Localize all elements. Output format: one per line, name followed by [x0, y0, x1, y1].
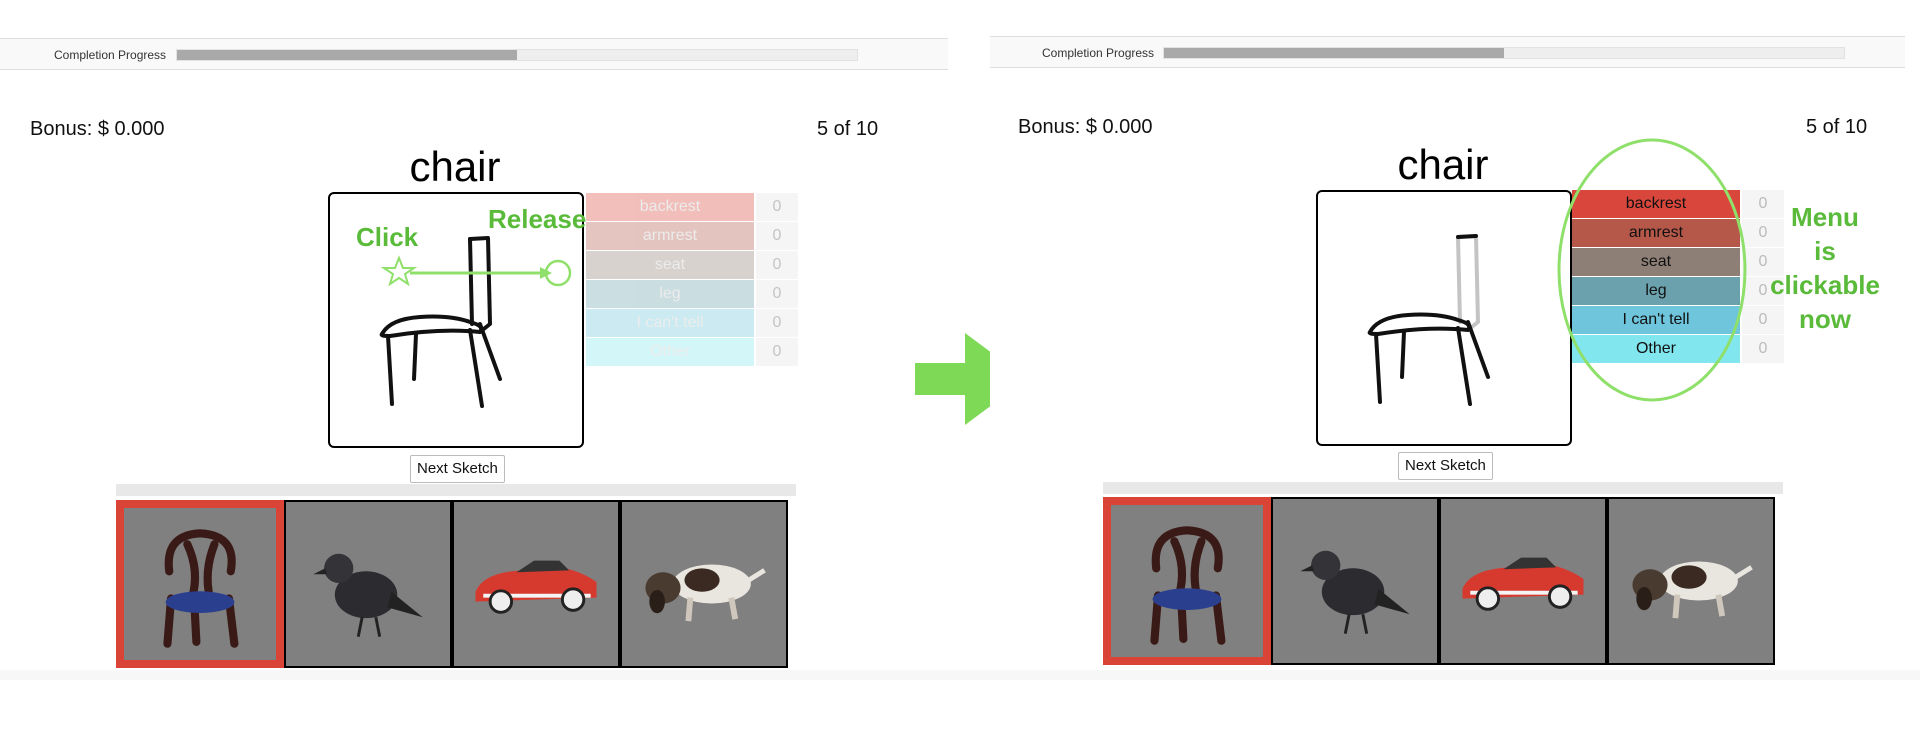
gallery-thumbnail[interactable]: [620, 500, 788, 668]
highlight-ellipse-icon: [1557, 138, 1747, 402]
menu-item-label: leg: [586, 280, 754, 308]
chair-image: [1111, 505, 1263, 657]
next-sketch-button[interactable]: Next Sketch: [1398, 452, 1493, 480]
gallery-thumbnail[interactable]: [1439, 497, 1607, 665]
gallery-header: [1103, 482, 1783, 494]
progress-bar: [176, 49, 858, 61]
progress-label: Completion Progress: [54, 48, 167, 62]
sketch-counter: 5 of 10: [1806, 116, 1868, 138]
reference-gallery: [1103, 497, 1775, 665]
progress-fill: [1164, 48, 1504, 58]
menu-item-count: 0: [756, 222, 798, 250]
annotation-word: clickable: [1770, 270, 1880, 300]
sketch-counter: 5 of 10: [817, 118, 879, 140]
progress-row: Completion Progress: [0, 38, 948, 70]
bottom-divider: [0, 670, 1920, 680]
target-word: chair: [1397, 141, 1489, 188]
menu-item-label: seat: [586, 251, 754, 279]
gallery-thumbnail[interactable]: [1103, 497, 1271, 665]
next-sketch-button[interactable]: Next Sketch: [410, 455, 505, 483]
progress-bar: [1163, 47, 1845, 59]
click-annotation: Click: [356, 222, 419, 252]
progress-label: Completion Progress: [1042, 46, 1155, 60]
chair-image: [124, 508, 276, 660]
menu-item-label: backrest: [586, 193, 754, 221]
dog-image: [622, 502, 786, 666]
menu-item-label: I can't tell: [586, 309, 754, 337]
annotation-word: Menu: [1791, 202, 1859, 232]
annotation-word: now: [1799, 304, 1851, 334]
sketch-canvas[interactable]: [1316, 190, 1572, 446]
gallery-thumbnail[interactable]: [1607, 497, 1775, 665]
menu-item-label: Other: [586, 338, 754, 366]
menu-clickable-annotation: Menu is clickable now: [1770, 200, 1880, 336]
menu-item-count: 0: [756, 338, 798, 366]
progress-row: Completion Progress: [990, 36, 1905, 68]
gallery-thumbnail[interactable]: [284, 500, 452, 668]
gallery-thumbnail[interactable]: [116, 500, 284, 668]
bonus-text: Bonus: $ 0.000: [1018, 116, 1153, 138]
bonus-text: Bonus: $ 0.000: [30, 118, 165, 140]
car-image: [1441, 499, 1605, 663]
gallery-thumbnail[interactable]: [452, 500, 620, 668]
progress-fill: [177, 50, 517, 60]
gallery-header: [116, 484, 796, 496]
menu-item-label: armrest: [586, 222, 754, 250]
menu-item-count: 0: [756, 193, 798, 221]
drag-arrow-icon: [380, 255, 572, 287]
menu-item-count: 0: [756, 309, 798, 337]
crow-image: [286, 502, 450, 666]
left-screen: Completion Progress Bonus: $ 0.000 5 of …: [0, 0, 948, 680]
gallery-thumbnail[interactable]: [1271, 497, 1439, 665]
right-screen: Completion Progress Bonus: $ 0.000 5 of …: [990, 0, 1905, 680]
dog-image: [1609, 499, 1773, 663]
crow-image: [1273, 499, 1437, 663]
menu-item-count: 0: [756, 251, 798, 279]
menu-item-count: 0: [756, 280, 798, 308]
reference-gallery: [116, 500, 788, 668]
target-word: chair: [409, 143, 501, 190]
car-image: [454, 502, 618, 666]
annotation-word: is: [1814, 236, 1836, 266]
chair-sketch: [1367, 234, 1490, 406]
release-annotation: Release: [488, 204, 587, 234]
